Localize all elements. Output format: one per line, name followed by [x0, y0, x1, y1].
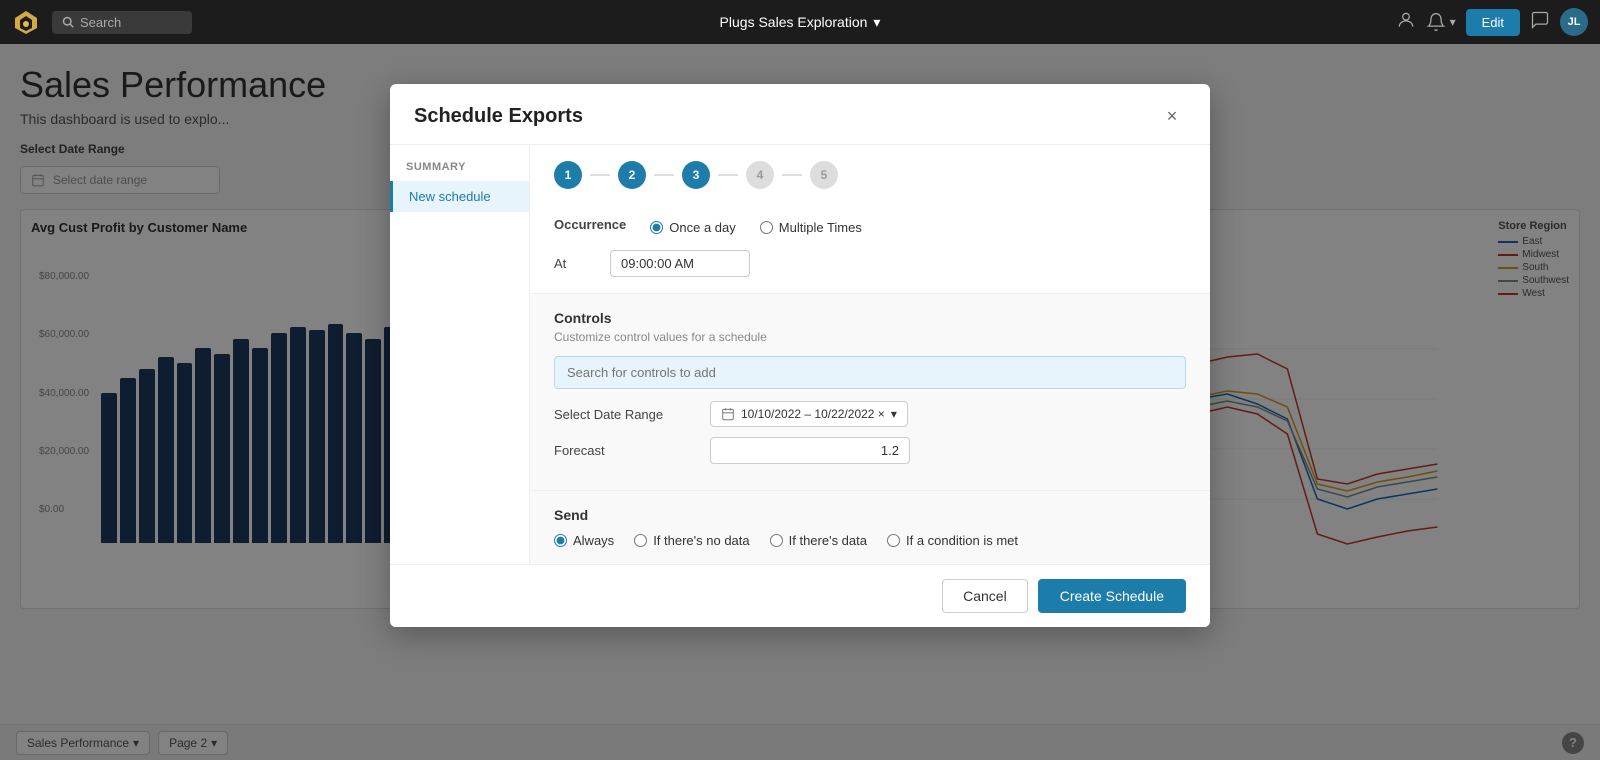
- step-2: 2: [618, 161, 646, 189]
- schedule-exports-modal: Schedule Exports × Summary New schedule …: [390, 84, 1210, 627]
- send-hasdata-label: If there's data: [789, 533, 867, 548]
- topnav-right: ▾ Edit JL: [1396, 8, 1588, 36]
- occurrence-label: Occurrence: [554, 217, 626, 232]
- topnav-title-text: Plugs Sales Exploration: [720, 14, 868, 30]
- send-has-data: If there's data: [770, 533, 867, 548]
- modal-overlay: Schedule Exports × Summary New schedule …: [0, 44, 1600, 760]
- send-condition-label: If a condition is met: [906, 533, 1018, 548]
- send-always-radio[interactable]: [554, 534, 567, 547]
- controls-section: Controls Customize control values for a …: [530, 294, 1210, 491]
- time-input[interactable]: [610, 250, 750, 277]
- at-row: At: [554, 250, 1186, 277]
- create-schedule-button[interactable]: Create Schedule: [1038, 579, 1186, 613]
- topnav: Search Plugs Sales Exploration ▾ ▾ Edit …: [0, 0, 1600, 44]
- send-nodata-radio[interactable]: [634, 534, 647, 547]
- step-line-4: [782, 174, 802, 176]
- notifications-icon[interactable]: ▾: [1426, 12, 1456, 32]
- topnav-dropdown-icon[interactable]: ▾: [873, 14, 880, 31]
- modal-body: Summary New schedule 1 2 3 4 5: [390, 145, 1210, 564]
- modal-header: Schedule Exports ×: [390, 84, 1210, 145]
- avatar[interactable]: JL: [1560, 8, 1588, 36]
- send-hasdata-radio[interactable]: [770, 534, 783, 547]
- send-condition-radio[interactable]: [887, 534, 900, 547]
- app-logo: [12, 8, 40, 36]
- occurrence-multiple-label: Multiple Times: [779, 220, 862, 235]
- send-section: Send Always If there's no data If the: [530, 491, 1210, 564]
- forecast-input[interactable]: [710, 437, 910, 464]
- date-range-control-row: Select Date Range 10/10/2022 – 10/22/202…: [554, 401, 1186, 427]
- at-label: At: [554, 256, 594, 271]
- search-placeholder: Search: [80, 15, 121, 30]
- occurrence-section: Occurrence Once a day Multiple Times At: [530, 201, 1210, 294]
- search-box[interactable]: Search: [52, 11, 192, 34]
- send-always: Always: [554, 533, 614, 548]
- sidebar-new-schedule[interactable]: New schedule: [390, 181, 529, 212]
- controls-title: Controls: [554, 310, 1186, 326]
- occurrence-once-radio[interactable]: [650, 221, 663, 234]
- send-condition: If a condition is met: [887, 533, 1018, 548]
- send-nodata-label: If there's no data: [653, 533, 749, 548]
- sidebar-section-label: Summary: [390, 161, 529, 181]
- date-range-picker-button[interactable]: 10/10/2022 – 10/22/2022 × ▾: [710, 401, 908, 427]
- occurrence-once-label: Once a day: [669, 220, 736, 235]
- date-range-value: 10/10/2022 – 10/22/2022 ×: [741, 407, 885, 421]
- step-line-2: [654, 174, 674, 176]
- occurrence-multiple-radio[interactable]: [760, 221, 773, 234]
- step-indicators: 1 2 3 4 5: [530, 145, 1210, 201]
- occurrence-once-group: Once a day: [650, 220, 736, 235]
- modal-sidebar: Summary New schedule: [390, 145, 530, 564]
- controls-subtitle: Customize control values for a schedule: [554, 330, 1186, 344]
- step-line-3: [718, 174, 738, 176]
- step-1: 1: [554, 161, 582, 189]
- edit-button[interactable]: Edit: [1466, 9, 1520, 36]
- date-range-control-label: Select Date Range: [554, 407, 694, 422]
- forecast-label: Forecast: [554, 443, 694, 458]
- modal-title: Schedule Exports: [414, 105, 583, 128]
- cancel-button[interactable]: Cancel: [942, 579, 1028, 613]
- step-5: 5: [810, 161, 838, 189]
- modal-main-content: 1 2 3 4 5 Occurrence On: [530, 145, 1210, 564]
- topnav-title: Plugs Sales Exploration ▾: [720, 14, 881, 31]
- step-4: 4: [746, 161, 774, 189]
- occurrence-row: Occurrence Once a day Multiple Times: [554, 217, 1186, 238]
- send-title: Send: [554, 507, 1186, 523]
- controls-search-input[interactable]: [554, 356, 1186, 389]
- modal-close-button[interactable]: ×: [1158, 102, 1186, 130]
- step-line-1: [590, 174, 610, 176]
- send-always-label: Always: [573, 533, 614, 548]
- user-icon[interactable]: [1396, 10, 1416, 35]
- send-options: Always If there's no data If there's dat…: [554, 533, 1186, 548]
- modal-footer: Cancel Create Schedule: [390, 564, 1210, 627]
- date-range-dropdown-icon: ▾: [891, 407, 897, 421]
- occurrence-multiple-group: Multiple Times: [760, 220, 862, 235]
- send-no-data: If there's no data: [634, 533, 749, 548]
- forecast-control-row: Forecast: [554, 437, 1186, 464]
- chat-icon[interactable]: [1530, 10, 1550, 35]
- step-3: 3: [682, 161, 710, 189]
